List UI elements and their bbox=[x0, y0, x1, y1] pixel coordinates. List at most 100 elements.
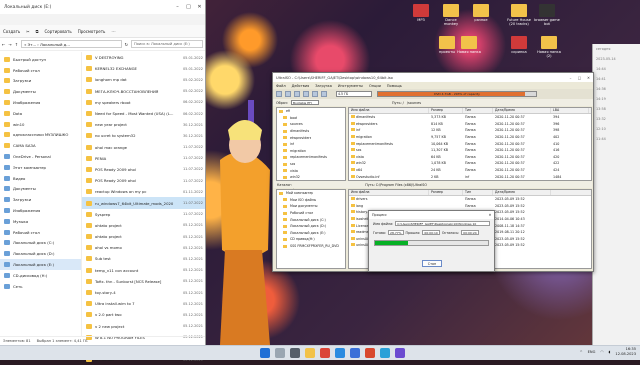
file-row[interactable]: longhorn mp dat 05.02.2022 bbox=[82, 74, 205, 85]
file-row[interactable]: replacementmanifests 10,064 KB Папка 2020-1… bbox=[349, 140, 591, 147]
menu-item[interactable]: Помощь bbox=[387, 84, 402, 88]
explorer-icon[interactable] bbox=[305, 348, 315, 358]
desktop-icon[interactable]: Новая папка bbox=[456, 36, 482, 54]
nav-item[interactable]: Сеть bbox=[0, 281, 81, 292]
search-icon[interactable] bbox=[275, 348, 285, 358]
nav-item[interactable]: Этот компьютер bbox=[0, 162, 81, 173]
tree-node[interactable]: Мой компьютер bbox=[277, 190, 345, 197]
ultraiso-close-button[interactable]: ✕ bbox=[584, 76, 593, 80]
file-row[interactable]: v 2 new project 05.12.2021 bbox=[82, 321, 205, 332]
file-row[interactable]: ru_windows7_64bit_Ultimate_mods_2020 11.0… bbox=[82, 197, 205, 209]
chevron-up-icon[interactable]: ^ bbox=[580, 350, 583, 354]
file-row[interactable]: Sysprep 11.07.2022 bbox=[82, 209, 205, 220]
menu-item[interactable]: Файл bbox=[276, 84, 286, 88]
file-row[interactable]: POS Ready 2009 ohol 11.07.2022 bbox=[82, 164, 205, 175]
file-row[interactable]: МЕГА-КЛЮЧ-ВОССТАНОВЛЕНИЯ 05.02.2022 bbox=[82, 86, 205, 97]
wifi-icon[interactable]: ◠ bbox=[600, 350, 603, 354]
file-row[interactable]: win32 1,078 KB Папка 2020-11-20 00:37 422 bbox=[349, 160, 591, 167]
chrome-icon[interactable] bbox=[320, 348, 330, 358]
tree-node[interactable]: boot bbox=[277, 115, 345, 122]
close-button[interactable]: ✕ bbox=[194, 4, 205, 10]
column-header[interactable]: LBA bbox=[551, 108, 589, 113]
nav-item[interactable]: Dota bbox=[0, 108, 81, 119]
cut-icon[interactable]: ✂ bbox=[26, 29, 29, 34]
desktop-icon[interactable]: Dance monkey bbox=[438, 4, 464, 26]
minimize-button[interactable]: – bbox=[172, 4, 183, 10]
nav-item[interactable]: Локальный диск (C:) bbox=[0, 238, 81, 249]
nav-item[interactable]: Загрузки bbox=[0, 76, 81, 87]
file-row[interactable]: lang Папка 2023-05-09 15:52 bbox=[349, 203, 591, 210]
tree-node[interactable]: efi bbox=[277, 108, 345, 115]
file-row[interactable]: KERNEL32 EXCHANGE 05.01.2022 bbox=[82, 63, 205, 74]
file-row[interactable]: inf 12 KB Папка 2020-11-20 00:37 398 bbox=[349, 127, 591, 134]
file-row[interactable]: POS Ready 2009 ohol 11.07.2022 bbox=[82, 175, 205, 186]
nav-item[interactable]: Локальный диск (D:) bbox=[0, 248, 81, 259]
desktop-icon[interactable]: скринка bbox=[506, 36, 532, 54]
desktop-icon[interactable]: Future House (20 tracks) bbox=[506, 4, 532, 26]
volume-icon[interactable]: ◖ bbox=[609, 350, 611, 354]
language-indicator[interactable]: ENG bbox=[588, 350, 596, 354]
image-type-select[interactable]: Bootable EFI bbox=[290, 100, 319, 105]
file-row[interactable]: toy-story-4 05.12.2021 bbox=[82, 287, 205, 298]
tree-node[interactable]: inf bbox=[277, 141, 345, 148]
nav-item[interactable]: Быстрый доступ bbox=[0, 54, 81, 65]
file-row[interactable]: new year project 30.12.2021 bbox=[82, 119, 205, 130]
nav-item[interactable]: Загрузки bbox=[0, 194, 81, 205]
nav-item[interactable]: OneDrive - Personal bbox=[0, 151, 81, 162]
store-icon[interactable] bbox=[350, 348, 360, 358]
tree-node[interactable]: vista bbox=[277, 167, 345, 174]
file-row[interactable]: drivers Папка 2023-05-09 15:52 bbox=[349, 196, 591, 203]
column-header[interactable]: Дата/Время bbox=[493, 108, 551, 113]
create-button[interactable]: Создать bbox=[3, 29, 20, 34]
file-row[interactable]: ohtato project 05.12.2021 bbox=[82, 231, 205, 242]
search-input[interactable]: Поиск в: Локальный диск (E:) bbox=[131, 40, 203, 48]
maximize-button[interactable]: □ bbox=[183, 4, 194, 10]
file-row[interactable]: etwproviders 814 KB Папка 2020-11-20 00:37 3… bbox=[349, 121, 591, 128]
nav-item[interactable]: Видео bbox=[0, 173, 81, 184]
new-icon[interactable] bbox=[276, 91, 282, 97]
up-icon[interactable]: ↑ bbox=[15, 42, 18, 47]
column-header[interactable]: Размер bbox=[429, 190, 463, 195]
file-row[interactable]: ohtato project 05.12.2021 bbox=[82, 220, 205, 231]
menu-item[interactable]: Действия bbox=[292, 84, 310, 88]
desktop-icon[interactable]: browser game bot bbox=[534, 4, 560, 26]
tree-node[interactable]: Рабочий стол bbox=[277, 210, 345, 217]
start-icon[interactable] bbox=[260, 348, 270, 358]
taskview-icon[interactable] bbox=[290, 348, 300, 358]
nav-item[interactable]: САМА БАЗА bbox=[0, 140, 81, 151]
file-row[interactable]: dlmanifests 5,373 KB Папка 2020-11-20 00:37… bbox=[349, 114, 591, 121]
sort-button[interactable]: Сортировать bbox=[45, 29, 72, 34]
tree-node[interactable]: etwproviders bbox=[277, 134, 345, 141]
file-row[interactable]: Sub test 05.12.2021 bbox=[82, 253, 205, 264]
nav-item[interactable]: Изображения bbox=[0, 97, 81, 108]
file-row[interactable]: PENIA 11.07.2022 bbox=[82, 153, 205, 164]
file-row[interactable]: v 2.0 part two 05.12.2021 bbox=[82, 309, 205, 320]
tree-node[interactable]: migration bbox=[277, 148, 345, 155]
nav-item[interactable]: Документы bbox=[0, 86, 81, 97]
tree-node[interactable]: replacementmanifests bbox=[277, 154, 345, 161]
column-header[interactable]: Дата/Время bbox=[493, 190, 551, 195]
file-row[interactable]: no ucret to system32 30.12.2021 bbox=[82, 130, 205, 141]
file-row[interactable]: my speakers rboot 06.02.2022 bbox=[82, 97, 205, 108]
refresh-icon[interactable]: ↻ bbox=[125, 42, 128, 47]
ultraiso-maximize-button[interactable]: □ bbox=[575, 76, 584, 80]
file-row[interactable]: Ultra install.wim to 7 05.12.2021 bbox=[82, 298, 205, 309]
menu-item[interactable]: Загрузка bbox=[315, 84, 332, 88]
file-row[interactable]: Ovsestudio.inf 2 KB inf 2020-11-20 00:37 148… bbox=[349, 173, 591, 180]
tree-node[interactable]: Локальный диск (D:) bbox=[277, 223, 345, 230]
file-row[interactable]: temp_v11 con account 05.12.2021 bbox=[82, 265, 205, 276]
ultraiso-icon[interactable] bbox=[365, 348, 375, 358]
file-row[interactable]: V DESTROYING 05.01.2022 bbox=[82, 52, 205, 63]
telegram-icon[interactable] bbox=[380, 348, 390, 358]
extract-icon[interactable] bbox=[303, 91, 309, 97]
menu-item[interactable]: Инструменты bbox=[338, 84, 363, 88]
open-icon[interactable] bbox=[285, 91, 291, 97]
view-button[interactable]: Просмотреть bbox=[78, 29, 106, 34]
tree-node[interactable]: win32 bbox=[277, 174, 345, 181]
more-icon[interactable]: ⋯ bbox=[111, 29, 115, 34]
nav-item[interactable]: одноклассники МУЗЛИШКО bbox=[0, 130, 81, 141]
nav-item[interactable]: win10 bbox=[0, 119, 81, 130]
tree-node[interactable]: sources bbox=[277, 121, 345, 128]
edge-icon[interactable] bbox=[335, 348, 345, 358]
stop-button[interactable]: Стоп bbox=[422, 260, 442, 267]
